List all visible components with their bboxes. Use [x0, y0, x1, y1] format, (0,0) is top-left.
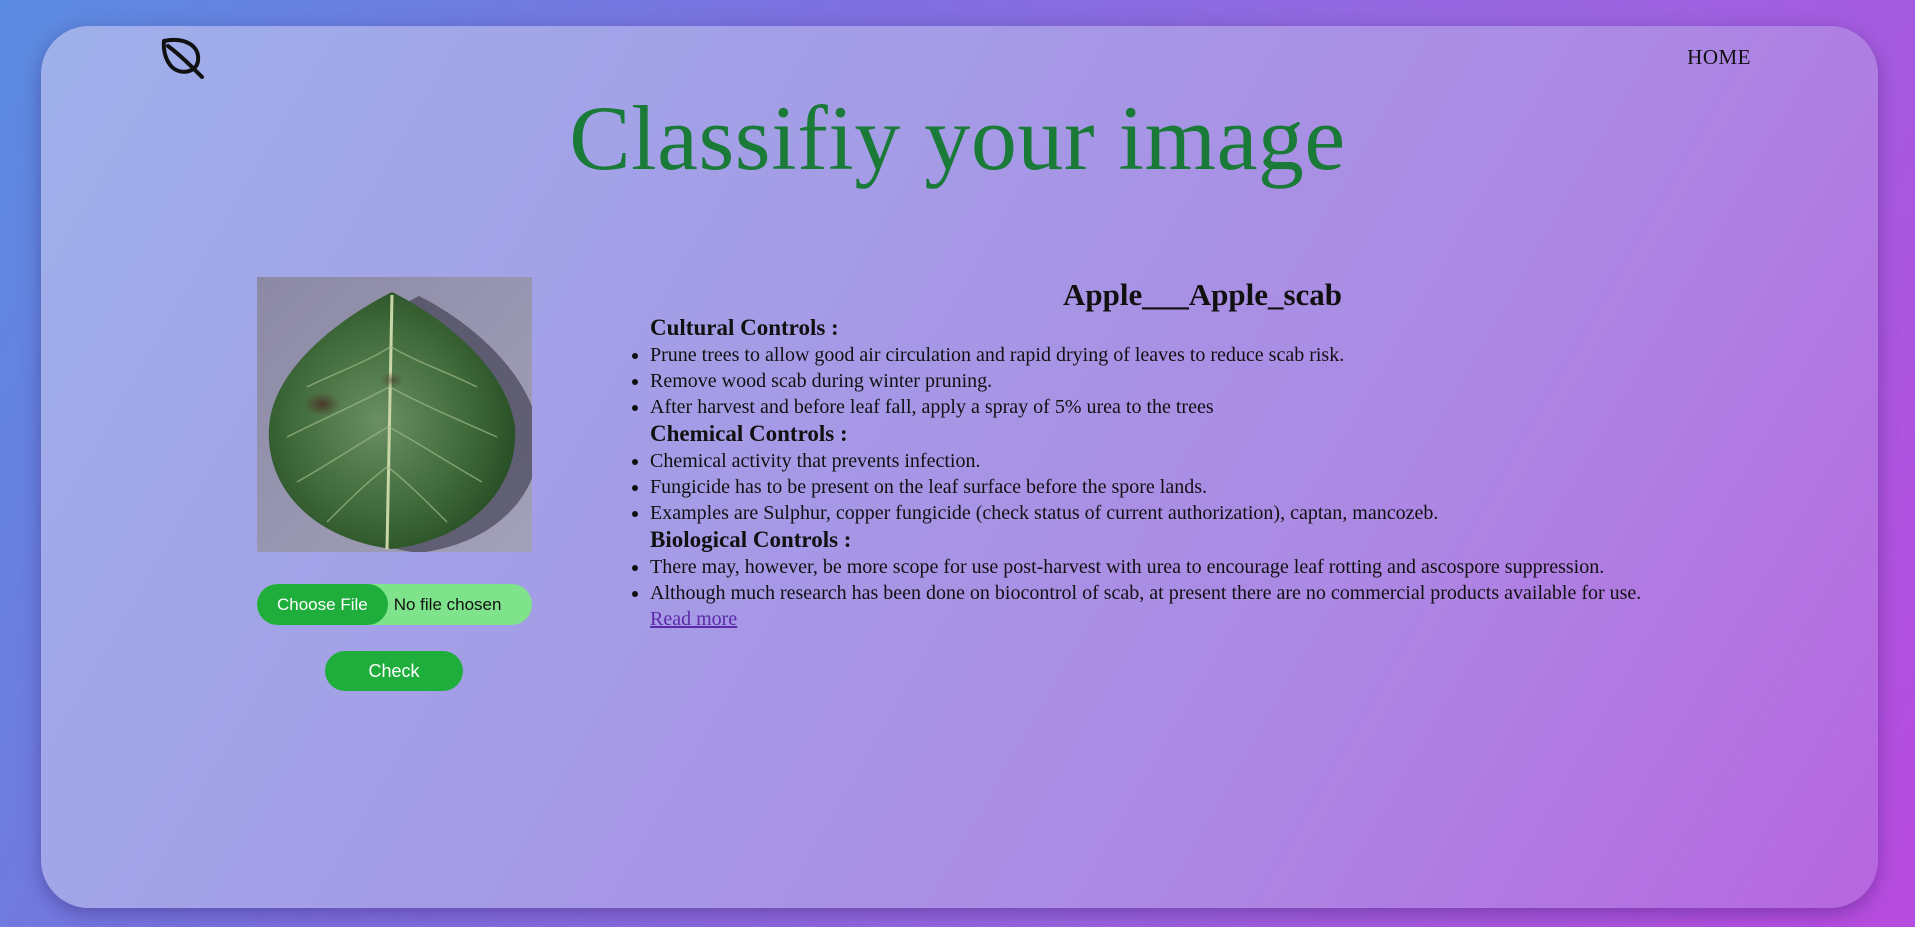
section-heading-chemical: Chemical Controls : — [650, 421, 848, 446]
read-more-link[interactable]: Read more — [650, 606, 737, 632]
nav-home-link[interactable]: HOME — [1687, 45, 1751, 70]
biological-controls-list: There may, however, be more scope for us… — [620, 554, 1790, 606]
list-item: Remove wood scab during winter pruning. — [650, 368, 1790, 394]
list-item: Fungicide has to be present on the leaf … — [650, 474, 1790, 500]
file-status-text: No file chosen — [393, 594, 502, 614]
cultural-controls-list: Prune trees to allow good air circulatio… — [620, 342, 1790, 420]
chemical-controls-list: Chemical activity that prevents infectio… — [620, 448, 1790, 526]
list-item: Prune trees to allow good air circulatio… — [650, 342, 1790, 368]
choose-file-button[interactable]: Choose File — [257, 584, 388, 625]
leaf-icon[interactable] — [158, 35, 206, 79]
result-panel: Apple___Apple_scab Cultural Controls : P… — [620, 276, 1790, 632]
section-heading-cultural: Cultural Controls : — [650, 315, 839, 340]
list-item: Chemical activity that prevents infectio… — [650, 448, 1790, 474]
disease-name: Apple___Apple_scab — [1062, 277, 1343, 312]
list-item: Examples are Sulphur, copper fungicide (… — [650, 500, 1790, 526]
section-heading-biological: Biological Controls : — [650, 527, 852, 552]
uploaded-leaf-image — [257, 277, 532, 552]
file-input[interactable]: Choose File No file chosen — [257, 584, 532, 625]
list-item: There may, however, be more scope for us… — [650, 554, 1790, 580]
page-title: Classifiy your image — [569, 87, 1346, 189]
list-item: After harvest and before leaf fall, appl… — [650, 394, 1790, 420]
list-item: Although much research has been done on … — [650, 580, 1790, 606]
check-button[interactable]: Check — [325, 651, 463, 691]
